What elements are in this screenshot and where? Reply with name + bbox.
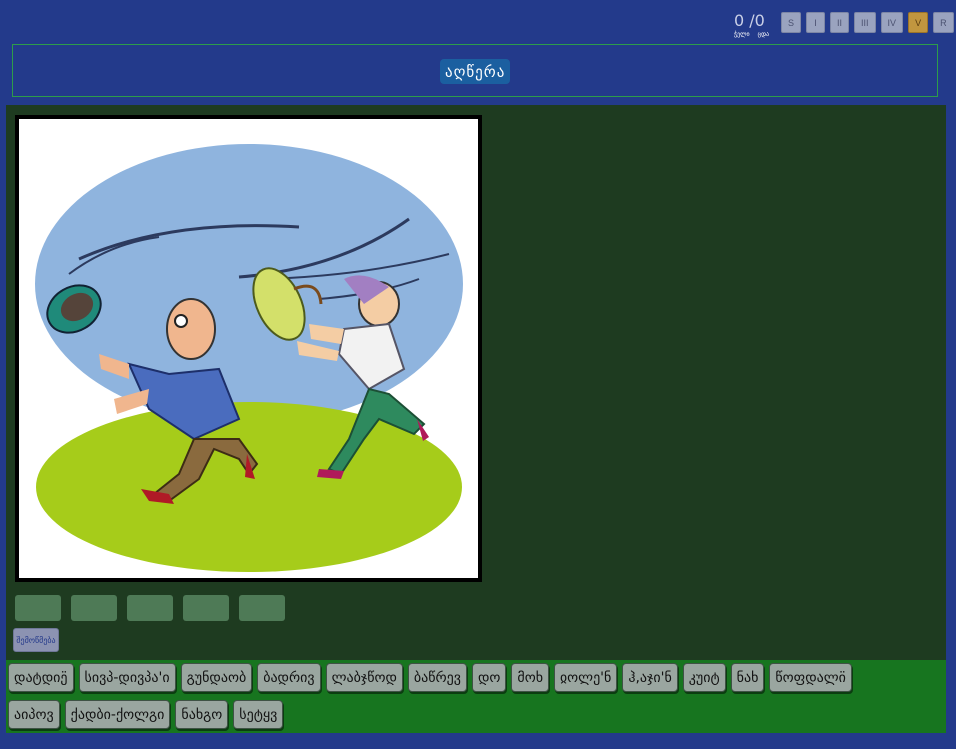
word-tile[interactable]: ჰ,აჯი'ნ [622, 663, 678, 692]
wind-gust-illustration [35, 144, 463, 572]
check-button[interactable]: შემოწმება [13, 628, 59, 652]
word-tile[interactable]: წოფდალი̈ [769, 663, 852, 692]
answer-slot[interactable] [15, 595, 61, 621]
top-bar: 0 /0 ჭელი ცდა S I II III IV V R [0, 0, 956, 44]
answer-slot[interactable] [71, 595, 117, 621]
level-button-s[interactable]: S [781, 12, 802, 33]
score-value: 0 /0 [734, 11, 765, 30]
level-button-r[interactable]: R [933, 12, 954, 33]
exercise-title: აღწერა [440, 59, 511, 84]
word-tile[interactable]: ჲოლე'ნ [554, 663, 618, 692]
word-tile[interactable]: კუიტ [682, 663, 726, 692]
level-button-v[interactable]: V [908, 12, 929, 33]
level-selector: S I II III IV V R [781, 12, 954, 33]
word-tile[interactable]: სეტყვ [233, 700, 284, 729]
answer-slots [15, 595, 285, 621]
word-tile[interactable]: ნახ [730, 663, 765, 692]
level-button-iv[interactable]: IV [880, 12, 904, 33]
exercise-picture [15, 115, 482, 582]
word-tile[interactable]: დატდიე̈ [8, 663, 74, 692]
word-tile[interactable]: ბაწრევ [407, 663, 467, 692]
word-tile[interactable]: ბადრივ [257, 663, 321, 692]
score-display: 0 /0 ჭელი ცდა [731, 10, 771, 40]
word-bank-row-2: აიპოვ ქადბი-ქოლგი ნახგო სეტყვ [8, 700, 284, 729]
answer-slot[interactable] [183, 595, 229, 621]
level-button-ii[interactable]: II [830, 12, 850, 33]
word-tile[interactable]: აიპოვ [8, 700, 60, 729]
score-label-attempts: ცდა [757, 31, 770, 38]
word-tile[interactable]: გუნდაობ [180, 663, 253, 692]
title-frame: აღწერა [12, 44, 938, 97]
word-tile[interactable]: ქადბი-ქოლგი [64, 700, 171, 729]
score-label-correct: ჭელი [734, 31, 750, 38]
level-button-iii[interactable]: III [854, 12, 876, 33]
word-tile[interactable]: ლაბჯწოდ [325, 663, 403, 692]
word-tile[interactable]: ნახგო [175, 700, 229, 729]
word-tile[interactable]: დო [471, 663, 507, 692]
level-button-i[interactable]: I [806, 12, 826, 33]
answer-slot[interactable] [239, 595, 285, 621]
work-area: შემოწმება [6, 105, 946, 660]
word-bank-row-1: დატდიე̈ სივპ-დივპა'ი გუნდაობ ბადრივ ლაბჯ… [8, 663, 852, 692]
word-tile[interactable]: მოხ [511, 663, 550, 692]
answer-slot[interactable] [127, 595, 173, 621]
word-bank: დატდიე̈ სივპ-დივპა'ი გუნდაობ ბადრივ ლაბჯ… [6, 660, 946, 733]
word-tile[interactable]: სივპ-დივპა'ი [78, 663, 176, 692]
